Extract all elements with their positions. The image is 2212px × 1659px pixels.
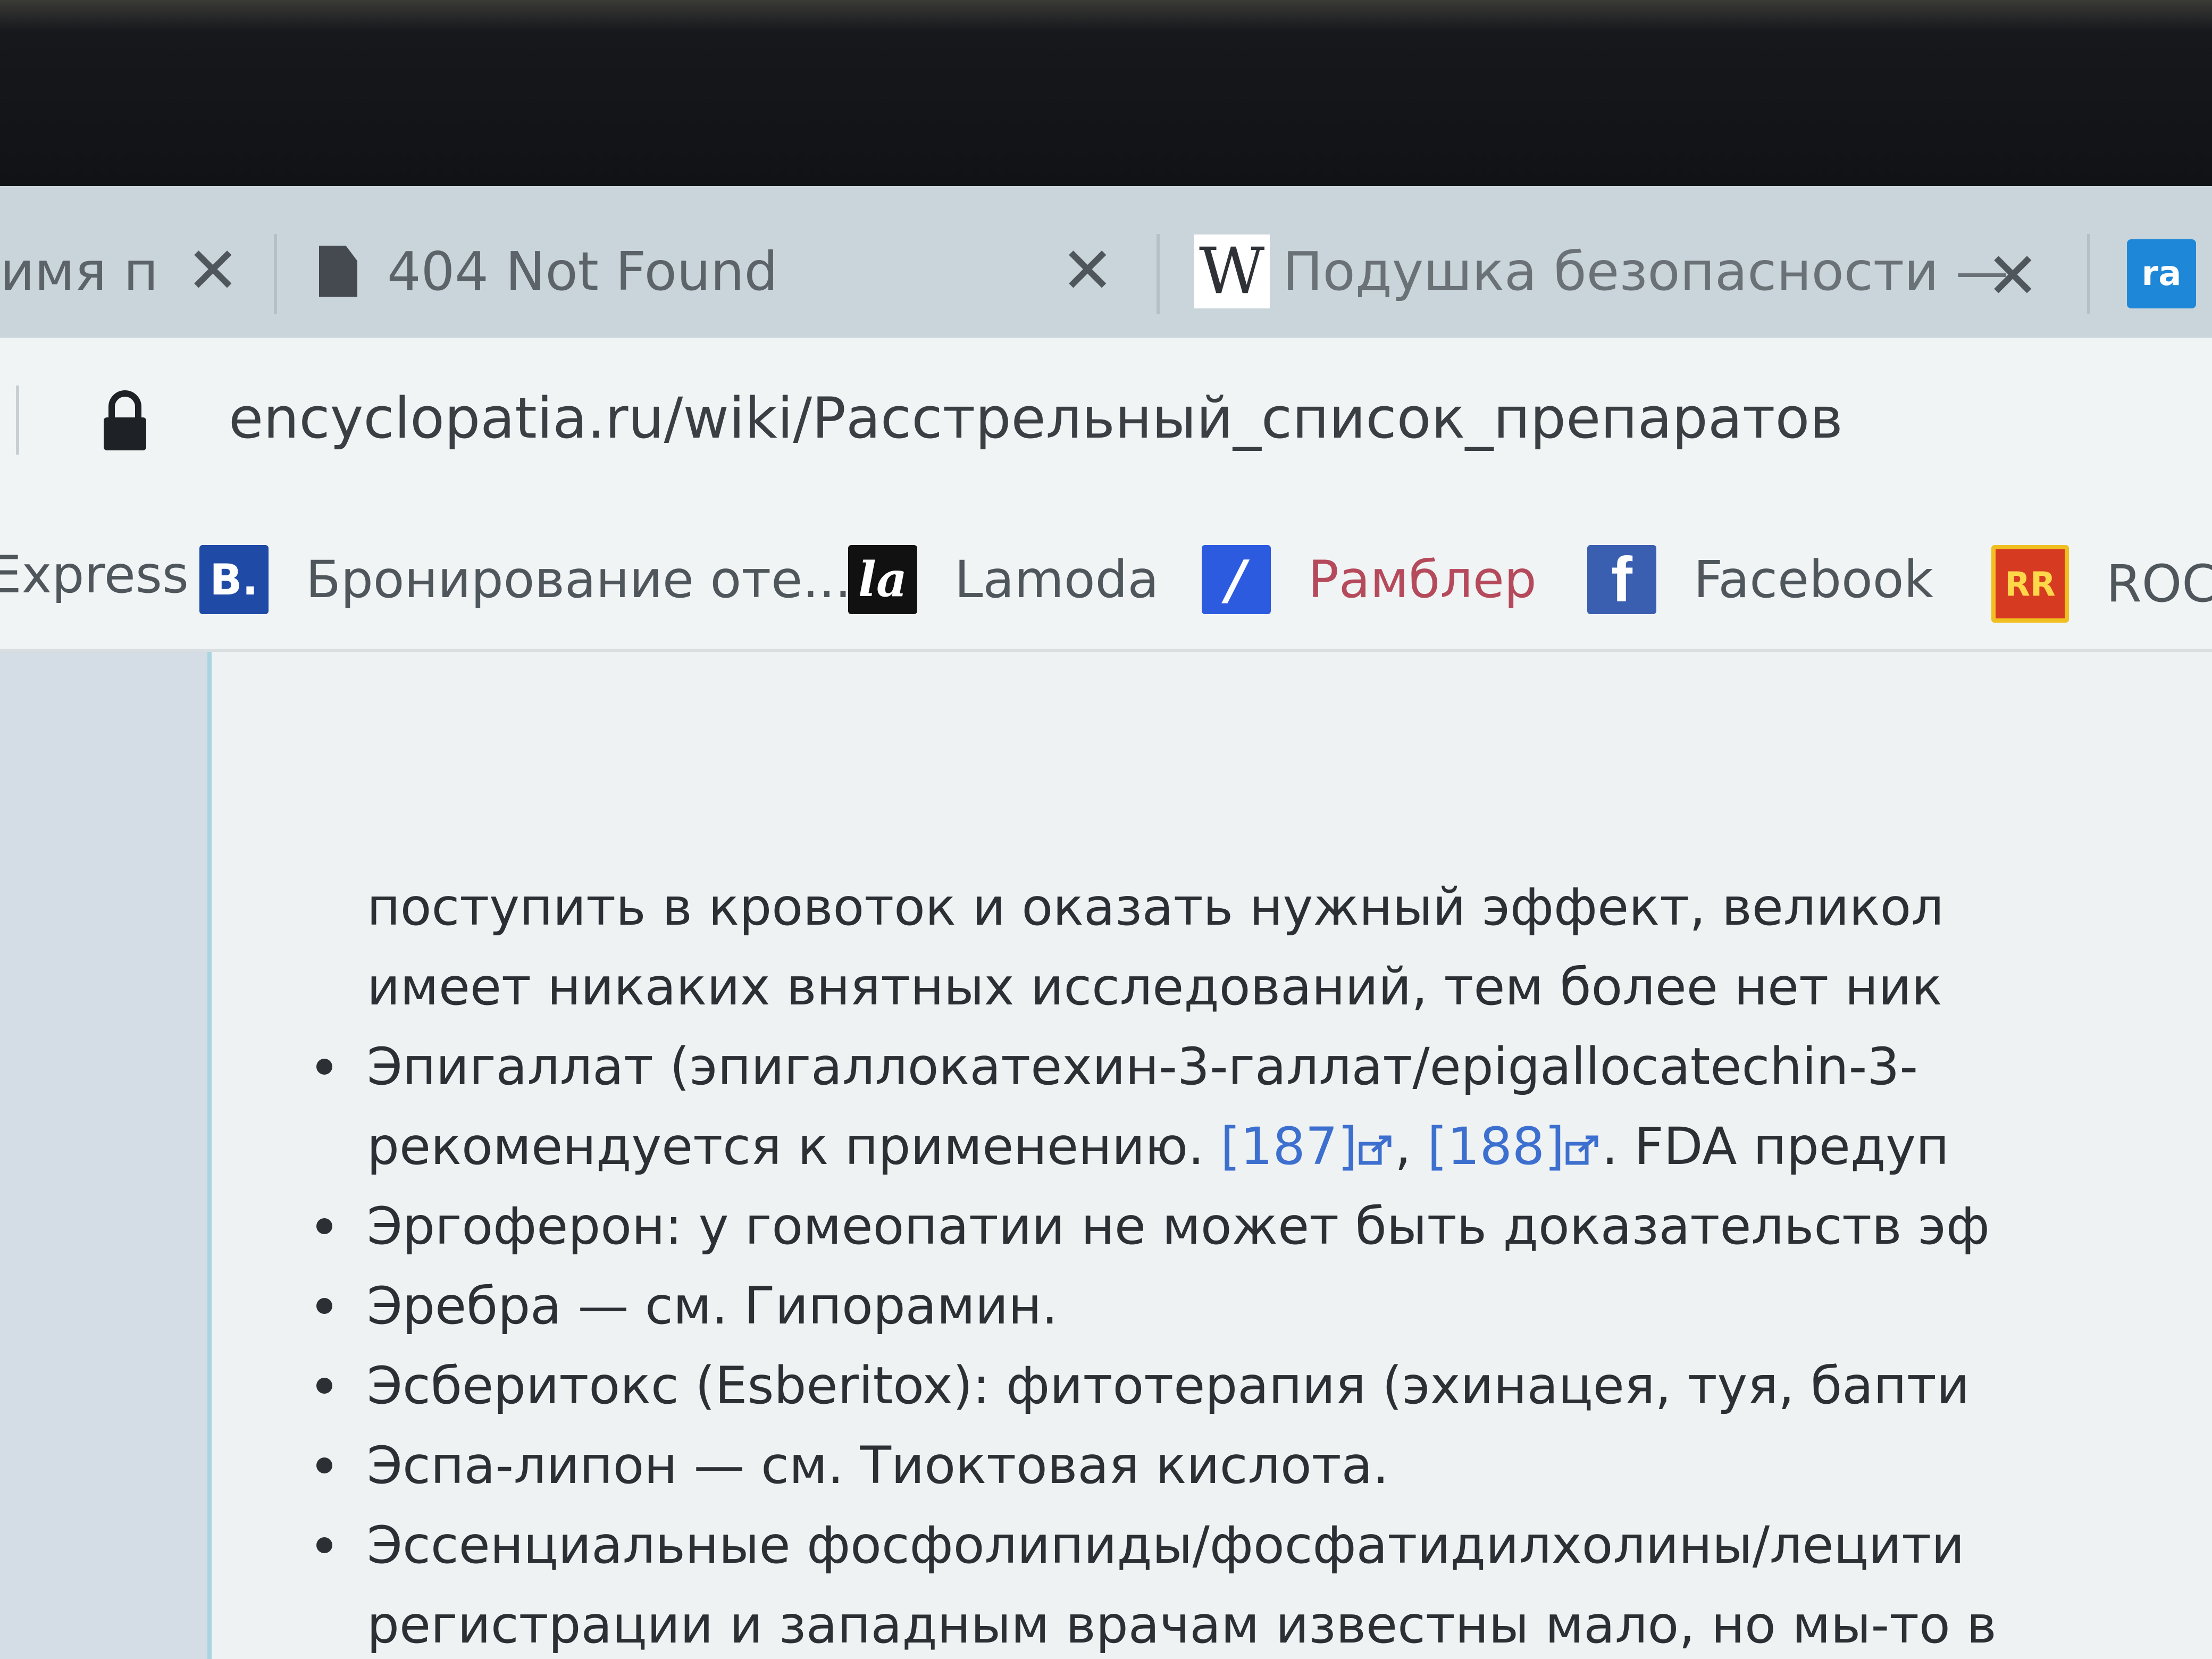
wikipedia-icon: W xyxy=(1194,234,1270,308)
bookmark-booking[interactable]: B. Бронирование оте... xyxy=(199,545,851,614)
article-line: поступить в кровоток и оказать нужный эф… xyxy=(367,867,1944,947)
tab-divider xyxy=(274,234,277,314)
bullet xyxy=(316,1059,332,1075)
line-text: поступить в кровоток и оказать нужный эф… xyxy=(367,877,1944,937)
close-icon[interactable]: ✕ xyxy=(1061,239,1115,303)
tab-404-not-found[interactable]: 404 Not Found xyxy=(319,218,778,324)
close-icon[interactable]: ✕ xyxy=(1986,245,2040,308)
external-link-icon xyxy=(1359,1135,1392,1165)
line-text: Эребра — см. Гипорамин. xyxy=(367,1276,1058,1336)
bullet xyxy=(316,1298,332,1314)
tab-label: Подушка безопасности — xyxy=(1283,240,2009,303)
browser-window: имя п ✕ 404 Not Found ✕ W Подушка безопа… xyxy=(0,186,2212,1659)
line-text: регистрации и западным врачам известны м… xyxy=(367,1595,1997,1655)
rambler-app-icon[interactable]: ra xyxy=(2127,239,2196,308)
bullet xyxy=(316,1378,332,1394)
line-text: имеет никаких внятных исследований, тем … xyxy=(367,957,1942,1017)
bullet xyxy=(316,1537,332,1553)
list-item: Эребра — см. Гипорамин. xyxy=(316,1266,1058,1346)
bullet xyxy=(316,1457,332,1473)
line-text: Эпигаллат (эпигаллокатехин-3-галлат/epig… xyxy=(367,1037,1918,1096)
external-link-icon xyxy=(1565,1135,1598,1165)
bullet xyxy=(316,1218,332,1234)
bookmark-roc[interactable]: RR ROC xyxy=(1991,545,2212,623)
bookmark-label: ROC xyxy=(2106,554,2212,614)
bookmark-express[interactable]: Express xyxy=(0,545,189,605)
tab-partial[interactable]: имя п xyxy=(0,218,158,324)
bookmark-label: Рамблер xyxy=(1308,550,1537,609)
close-icon[interactable]: ✕ xyxy=(186,239,240,303)
tab-wikipedia[interactable]: W Подушка безопасности — xyxy=(1194,218,2009,324)
article-line: регистрации и западным врачам известны м… xyxy=(367,1585,1997,1659)
article-line: имеет никаких внятных исследований, тем … xyxy=(367,947,1942,1027)
article-line: рекомендуется к применению. [187], [188]… xyxy=(367,1107,1949,1186)
monitor-bezel xyxy=(0,0,2212,191)
list-item: Эргоферон: у гомеопатии не может быть до… xyxy=(316,1186,1990,1266)
tab-label: 404 Not Found xyxy=(387,240,778,303)
booking-icon: B. xyxy=(199,545,269,614)
tab-label: имя п xyxy=(0,240,158,303)
bookmarks-bar: Express B. Бронирование оте... la Lamoda… xyxy=(0,497,2212,652)
lamoda-icon: la xyxy=(848,545,917,614)
rambler-icon: / xyxy=(1202,545,1271,614)
tab-strip: имя п ✕ 404 Not Found ✕ W Подушка безопа… xyxy=(0,186,2212,338)
list-item: Эссенциальные фосфолипиды/фосфатидилхоли… xyxy=(316,1505,1965,1585)
reference-link-188[interactable]: [188] xyxy=(1427,1117,1564,1176)
line-text: рекомендуется к применению. xyxy=(367,1117,1221,1176)
bookmark-rambler[interactable]: / Рамблер xyxy=(1202,545,1537,614)
line-text: Эсберитокс (Esberitox): фитотерапия (эхи… xyxy=(367,1356,1970,1415)
lock-icon[interactable] xyxy=(101,388,149,452)
bookmark-facebook[interactable]: f Facebook xyxy=(1587,544,1934,615)
address-bar: encyclopatia.ru/wiki/Расстрельный_список… xyxy=(0,338,2212,497)
list-item: Эсберитокс (Esberitox): фитотерапия (эхи… xyxy=(316,1346,1970,1426)
list-item: Эпигаллат (эпигаллокатехин-3-галлат/epig… xyxy=(316,1027,1918,1107)
line-text: Эргоферон: у гомеопатии не может быть до… xyxy=(367,1196,1990,1256)
line-text: , xyxy=(1395,1117,1428,1176)
reference-link-187[interactable]: [187] xyxy=(1220,1117,1358,1176)
tab-divider xyxy=(1157,234,1160,314)
line-text: Эссенциальные фосфолипиды/фосфатидилхоли… xyxy=(367,1515,1965,1575)
bookmark-label: Express xyxy=(0,545,189,605)
bookmark-lamoda[interactable]: la Lamoda xyxy=(848,545,1159,614)
line-text: Эспа-липон — см. Тиоктовая кислота. xyxy=(367,1436,1389,1495)
roc-icon: RR xyxy=(1991,545,2069,623)
url-input[interactable]: encyclopatia.ru/wiki/Расстрельный_список… xyxy=(229,386,1843,451)
page-content: поступить в кровоток и оказать нужный эф… xyxy=(0,652,2212,1659)
left-sidebar xyxy=(0,652,212,1659)
document-icon xyxy=(319,246,357,297)
line-text: . FDA предуп xyxy=(1602,1117,1949,1176)
tab-divider xyxy=(2087,234,2090,314)
facebook-icon: f xyxy=(1587,544,1656,615)
toolbar-divider xyxy=(16,386,19,455)
bookmark-label: Lamoda xyxy=(954,550,1159,609)
bookmark-label: Facebook xyxy=(1694,550,1934,609)
bookmark-label: Бронирование оте... xyxy=(306,550,851,609)
list-item: Эспа-липон — см. Тиоктовая кислота. xyxy=(316,1426,1389,1505)
